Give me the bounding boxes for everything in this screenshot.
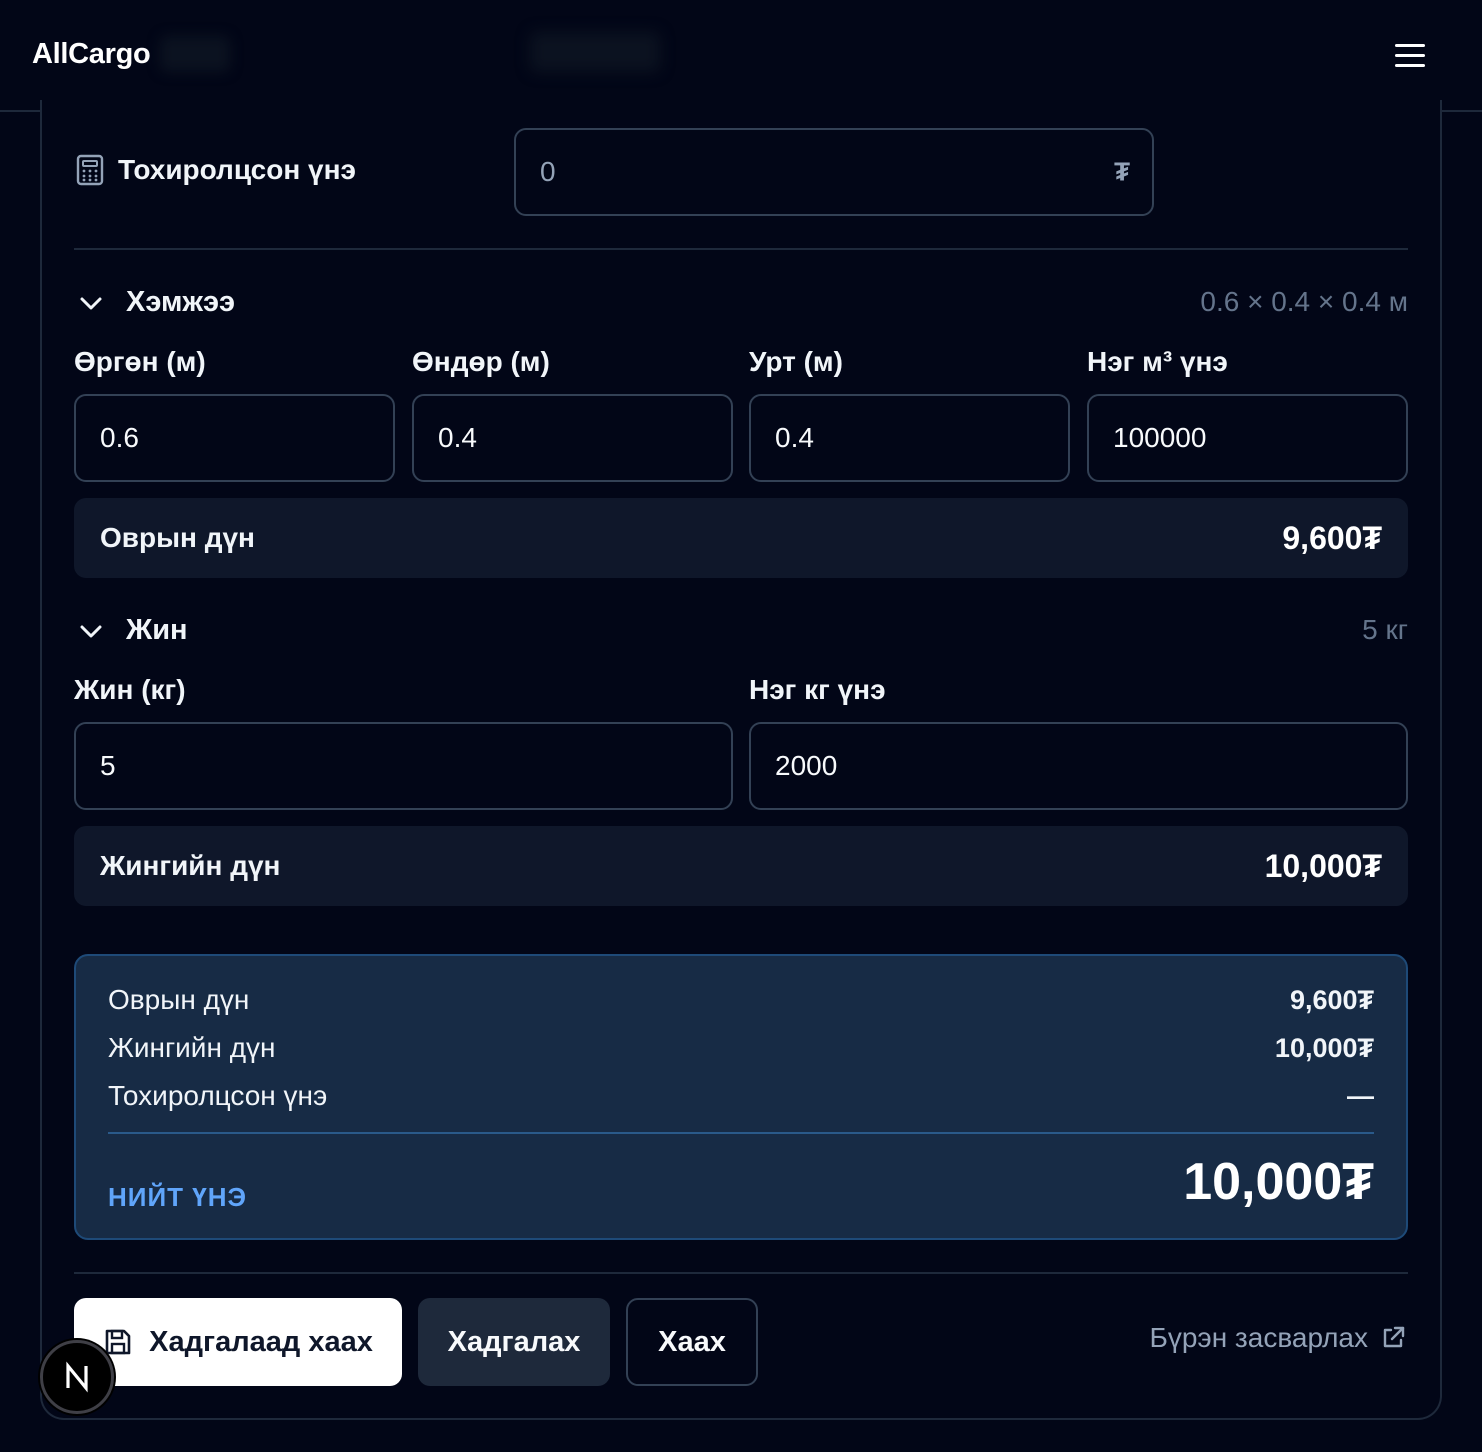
totals-row-value: 10,000₮ xyxy=(1274,1032,1374,1063)
save-label: Хадгалах xyxy=(447,1325,581,1358)
price-per-kg-label: Нэг кг үнэ xyxy=(749,674,886,705)
length-value: 0.4 xyxy=(775,422,814,453)
hamburger-menu-icon[interactable] xyxy=(1390,40,1430,72)
weight-label: Жин (кг) xyxy=(74,674,186,705)
blurred-nav-item xyxy=(530,32,660,72)
weight-amount-bar: Жингийн дүн 10,000₮ xyxy=(74,826,1408,906)
nextjs-dev-indicator-icon[interactable] xyxy=(40,1340,114,1414)
footer-divider xyxy=(74,1272,1408,1274)
price-per-m3-label: Нэг м³ үнэ xyxy=(1087,346,1228,377)
height-label: Өндөр (м) xyxy=(412,346,550,377)
n-logo-icon xyxy=(66,1361,88,1393)
weight-section-toggle[interactable]: Жин xyxy=(76,614,188,647)
volume-amount-label: Оврын дүн xyxy=(100,522,255,553)
save-and-close-label: Хадгалаад хаах xyxy=(149,1325,373,1358)
volume-amount-value: 9,600₮ xyxy=(1282,519,1382,556)
agreed-price-label: Тохиролцсон үнэ xyxy=(118,154,356,185)
height-value: 0.4 xyxy=(438,422,477,453)
dimensions-title: Хэмжээ xyxy=(126,286,236,318)
agreed-price-input[interactable]: 0 ₮ xyxy=(514,128,1154,216)
width-value: 0.6 xyxy=(100,422,139,453)
totals-row: Тохиролцсон үнэ — xyxy=(108,1080,1374,1112)
length-label: Урт (м) xyxy=(749,346,843,377)
totals-row-label: Жингийн дүн xyxy=(108,1032,276,1063)
height-input[interactable]: 0.4 xyxy=(412,394,733,482)
weight-title: Жин xyxy=(126,614,188,646)
external-link-icon xyxy=(1383,1326,1405,1348)
totals-row: Жингийн дүн 10,000₮ xyxy=(108,1032,1374,1064)
calculator-icon xyxy=(76,154,104,186)
price-per-m3-value: 100000 xyxy=(1113,422,1207,453)
grand-total-value: 10,000₮ xyxy=(1183,1153,1374,1211)
chevron-down-icon xyxy=(80,297,102,309)
price-per-m3-input[interactable]: 100000 xyxy=(1087,394,1408,482)
section-divider xyxy=(74,248,1408,250)
blurred-nav-item xyxy=(160,36,230,72)
currency-suffix: ₮ xyxy=(1114,156,1130,187)
save-and-close-button[interactable]: Хадгалаад хаах xyxy=(74,1298,402,1386)
width-label: Өргөн (м) xyxy=(74,346,206,377)
weight-amount-value: 10,000₮ xyxy=(1264,847,1382,884)
save-button[interactable]: Хадгалах xyxy=(418,1298,610,1386)
totals-row-label: Оврын дүн xyxy=(108,984,250,1015)
price-per-kg-value: 2000 xyxy=(775,750,838,781)
totals-row-value: 9,600₮ xyxy=(1289,984,1374,1015)
length-input[interactable]: 0.4 xyxy=(749,394,1070,482)
totals-divider xyxy=(108,1132,1374,1134)
save-icon xyxy=(105,1329,131,1355)
dimensions-section-toggle[interactable]: Хэмжээ xyxy=(76,286,235,319)
weight-value: 5 xyxy=(100,750,116,781)
totals-summary-box: Оврын дүн 9,600₮ Жингийн дүн 10,000₮ Тох… xyxy=(74,954,1408,1240)
weight-input[interactable]: 5 xyxy=(74,722,733,810)
agreed-price-label-row: Тохиролцсон үнэ xyxy=(76,154,356,186)
close-label: Хаах xyxy=(658,1325,726,1358)
dimensions-summary: 0.6 × 0.4 × 0.4 м xyxy=(1200,286,1408,317)
totals-row-label: Тохиролцсон үнэ xyxy=(108,1080,328,1111)
chevron-down-icon xyxy=(80,625,102,637)
totals-row-value: — xyxy=(1347,1080,1374,1111)
close-button[interactable]: Хаах xyxy=(626,1298,758,1386)
full-edit-label: Бүрэн засварлах xyxy=(1149,1322,1368,1353)
totals-row: Оврын дүн 9,600₮ xyxy=(108,984,1374,1016)
width-input[interactable]: 0.6 xyxy=(74,394,395,482)
full-edit-link[interactable]: Бүрэн засварлах xyxy=(1149,1322,1406,1354)
agreed-price-value: 0 xyxy=(540,156,556,187)
weight-summary: 5 кг xyxy=(1362,614,1408,645)
weight-amount-label: Жингийн дүн xyxy=(100,850,281,881)
volume-amount-bar: Оврын дүн 9,600₮ xyxy=(74,498,1408,578)
grand-total-label: НИЙТ ҮНЭ xyxy=(108,1182,247,1212)
brand-logo[interactable]: AllCargo xyxy=(32,38,151,71)
top-bar: AllCargo xyxy=(0,0,1482,112)
price-per-kg-input[interactable]: 2000 xyxy=(749,722,1408,810)
